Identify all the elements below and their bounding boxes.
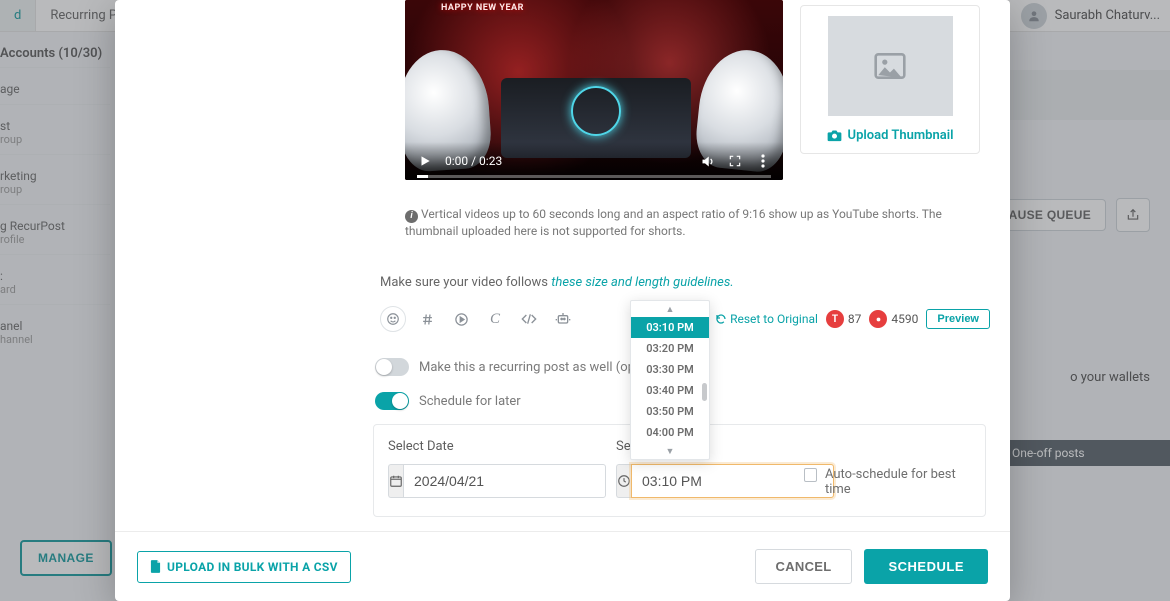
cancel-button[interactable]: CANCEL xyxy=(755,549,853,584)
emoji-icon[interactable] xyxy=(380,306,406,332)
recurring-toggle[interactable] xyxy=(375,358,409,376)
time-option[interactable]: 04:00 PM xyxy=(631,422,709,443)
time-option[interactable]: 03:40 PM xyxy=(631,380,709,401)
time-dropdown[interactable]: ▲ 03:10 PM 03:20 PM 03:30 PM 03:40 PM 03… xyxy=(630,300,710,460)
info-icon: i xyxy=(405,210,418,223)
reset-to-original[interactable]: Reset to Original xyxy=(715,312,818,326)
time-option[interactable]: 03:50 PM xyxy=(631,401,709,422)
title-char-count: T 87 xyxy=(826,310,862,328)
time-option[interactable]: 03:30 PM xyxy=(631,359,709,380)
date-label: Select Date xyxy=(388,439,598,454)
info-notice: iVertical videos up to 60 seconds long a… xyxy=(405,206,981,241)
video-player[interactable]: HAPPY NEW YEAR 0:00 / 0:23 xyxy=(405,0,783,180)
calendar-icon[interactable] xyxy=(388,464,403,498)
t-badge-icon: T xyxy=(826,310,844,328)
modal-footer: UPLOAD IN BULK WITH A CSV CANCEL SCHEDUL… xyxy=(115,531,1010,601)
upload-csv-button[interactable]: UPLOAD IN BULK WITH A CSV xyxy=(137,551,351,583)
camera-icon xyxy=(827,129,842,142)
more-icon[interactable] xyxy=(755,153,771,169)
upload-thumbnail-button[interactable]: Upload Thumbnail xyxy=(811,128,969,143)
video-overlay-text: HAPPY NEW YEAR xyxy=(441,4,524,14)
auto-schedule-option[interactable]: Auto-schedule for best time xyxy=(804,439,971,498)
canva-icon[interactable]: C xyxy=(482,306,508,332)
code-icon[interactable] xyxy=(516,306,542,332)
hashtag-icon[interactable] xyxy=(414,306,440,332)
schedule-later-label: Schedule for later xyxy=(419,394,521,409)
post-char-count: 4590 xyxy=(869,310,918,328)
play-icon[interactable] xyxy=(417,153,433,169)
video-time: 0:00 / 0:23 xyxy=(445,154,502,168)
auto-schedule-checkbox[interactable] xyxy=(804,468,817,482)
recurring-toggle-row: Make this a recurring post as well (opti… xyxy=(375,358,657,376)
thumbnail-placeholder xyxy=(828,16,953,116)
schedule-later-toggle-row: Schedule for later xyxy=(375,392,521,410)
recurring-label: Make this a recurring post as well (opti… xyxy=(419,360,657,375)
schedule-later-toggle[interactable] xyxy=(375,392,409,410)
p-badge-icon xyxy=(869,310,887,328)
guidelines-link[interactable]: these size and length guidelines. xyxy=(551,275,733,290)
thumbnail-panel: Upload Thumbnail xyxy=(800,5,980,154)
fullscreen-icon[interactable] xyxy=(727,153,743,169)
dropdown-up-arrow[interactable]: ▲ xyxy=(631,301,709,317)
clock-icon[interactable] xyxy=(616,464,631,498)
ai-icon[interactable] xyxy=(550,306,576,332)
video-controls: 0:00 / 0:23 xyxy=(405,142,783,180)
schedule-button[interactable]: SCHEDULE xyxy=(864,549,988,584)
time-option[interactable]: 03:20 PM xyxy=(631,338,709,359)
file-icon xyxy=(150,560,161,573)
auto-schedule-label: Auto-schedule for best time xyxy=(825,467,971,497)
preview-button[interactable]: Preview xyxy=(926,309,990,329)
schedule-modal: HAPPY NEW YEAR 0:00 / 0:23 xyxy=(115,0,1010,601)
volume-icon[interactable] xyxy=(699,153,715,169)
play-circle-icon[interactable] xyxy=(448,306,474,332)
time-option[interactable]: 03:10 PM xyxy=(631,317,709,338)
date-input[interactable] xyxy=(403,464,606,498)
guidelines-text: Make sure your video follows these size … xyxy=(380,275,734,290)
dropdown-scrollbar[interactable] xyxy=(702,383,707,401)
dropdown-down-arrow[interactable]: ▼ xyxy=(631,443,709,459)
